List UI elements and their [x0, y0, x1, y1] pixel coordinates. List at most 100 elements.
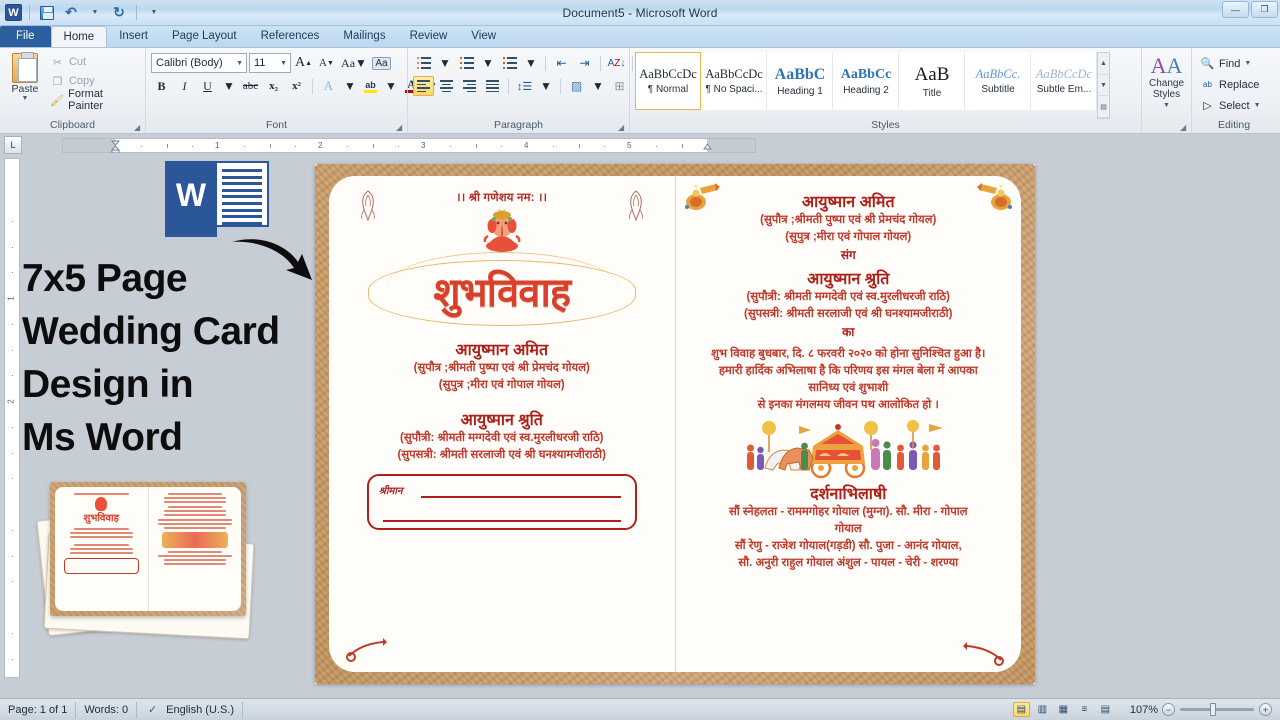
- font-dialog-launcher[interactable]: ◢: [396, 123, 405, 132]
- undo-dropdown-icon[interactable]: ▼: [85, 3, 105, 23]
- change-case-button[interactable]: Aa ▼: [339, 53, 369, 73]
- word-app-icon[interactable]: W: [5, 4, 22, 21]
- tab-mailings[interactable]: Mailings: [331, 26, 397, 47]
- document-page[interactable]: ।। श्री गणेशय नम: ।। शुभविवाह आयुष्मान अ…: [315, 164, 1035, 684]
- minimize-button[interactable]: —: [1222, 1, 1249, 18]
- clear-formatting-icon[interactable]: Aa: [371, 53, 392, 73]
- zoom-knob[interactable]: [1210, 703, 1216, 716]
- zoom-slider[interactable]: − +: [1162, 703, 1272, 716]
- view-draft[interactable]: ▤: [1097, 702, 1114, 717]
- quick-access-toolbar[interactable]: W ↶ ▼ ↻ ▼: [0, 3, 164, 23]
- style-title[interactable]: AaB Title: [899, 52, 965, 110]
- page-status[interactable]: Page: 1 of 1: [0, 701, 77, 718]
- select-button[interactable]: ▷ Select ▼: [1197, 96, 1264, 115]
- right-indent-marker[interactable]: [703, 140, 712, 153]
- customize-qat-icon[interactable]: ▼: [144, 3, 164, 23]
- chevron-down-icon[interactable]: ▼: [22, 95, 29, 102]
- styles-gallery-scroll[interactable]: ▲ ▼ ▤: [1097, 52, 1110, 119]
- tab-home[interactable]: Home: [50, 26, 108, 47]
- style-heading-1[interactable]: AaBbC Heading 1: [767, 52, 833, 110]
- text-effects-button[interactable]: A: [318, 76, 339, 96]
- style-normal[interactable]: AaBbCcDc ¶ Normal: [635, 52, 701, 110]
- subscript-button[interactable]: x₂: [263, 76, 284, 96]
- scroll-up-icon[interactable]: ▲: [1098, 53, 1109, 75]
- tab-selector-button[interactable]: L: [4, 136, 22, 154]
- cut-button[interactable]: ✂ Cut: [47, 53, 140, 71]
- sort-button[interactable]: AZ↓: [606, 53, 627, 73]
- paste-button[interactable]: Paste ▼: [5, 51, 45, 102]
- strikethrough-button[interactable]: abc: [240, 76, 261, 96]
- zoom-track[interactable]: [1180, 703, 1254, 716]
- justify-button[interactable]: [482, 76, 503, 96]
- multilevel-dropdown-icon[interactable]: ▼: [522, 53, 540, 73]
- tab-review[interactable]: Review: [398, 26, 460, 47]
- highlight-dropdown-icon[interactable]: ▼: [382, 76, 400, 96]
- font-name-combo[interactable]: Calibri (Body) ▼: [151, 53, 247, 73]
- scroll-down-icon[interactable]: ▼: [1098, 75, 1109, 97]
- borders-button[interactable]: ⊞: [609, 76, 630, 96]
- zoom-out-button[interactable]: −: [1162, 703, 1175, 716]
- align-left-button[interactable]: [413, 76, 434, 96]
- numbering-dropdown-icon[interactable]: ▼: [479, 53, 497, 73]
- format-painter-button[interactable]: 🖌 Format Painter: [47, 88, 140, 112]
- ribbon-tab-bar[interactable]: File Home Insert Page Layout References …: [0, 26, 1280, 48]
- zoom-level-label[interactable]: 107%: [1130, 704, 1158, 716]
- window-controls[interactable]: — ❐: [1222, 1, 1278, 18]
- shading-button[interactable]: ▨: [566, 76, 587, 96]
- line-spacing-button[interactable]: ↕☰: [514, 76, 535, 96]
- save-icon[interactable]: [37, 3, 57, 23]
- chevron-down-icon[interactable]: ▼: [1163, 100, 1170, 111]
- view-print-layout[interactable]: ▤: [1012, 702, 1030, 717]
- italic-button[interactable]: I: [174, 76, 195, 96]
- align-right-button[interactable]: [459, 76, 480, 96]
- styles-dialog-launcher[interactable]: ◢: [1180, 123, 1189, 132]
- underline-button[interactable]: U: [197, 76, 218, 96]
- style-subtitle[interactable]: AaBbCc. Subtitle: [965, 52, 1031, 110]
- view-full-screen-reading[interactable]: ▥: [1034, 702, 1051, 717]
- redo-icon[interactable]: ↻: [109, 3, 129, 23]
- tab-page-layout[interactable]: Page Layout: [160, 26, 249, 47]
- guest-name-box[interactable]: श्रीमान: [366, 474, 637, 530]
- view-web-layout[interactable]: ▦: [1055, 702, 1072, 717]
- decrease-indent-button[interactable]: ⇤: [551, 53, 572, 73]
- styles-gallery[interactable]: AaBbCcDc ¶ Normal AaBbCcDc ¶ No Spaci...…: [635, 51, 1136, 119]
- change-styles-button[interactable]: AA Change Styles ▼: [1147, 51, 1186, 111]
- maximize-button[interactable]: ❐: [1251, 1, 1278, 18]
- bullets-button[interactable]: [413, 53, 434, 73]
- find-button[interactable]: 🔍 Find ▼: [1197, 54, 1264, 73]
- tab-file[interactable]: File: [0, 26, 51, 47]
- word-count-status[interactable]: Words: 0: [76, 701, 138, 718]
- chevron-down-icon[interactable]: ▼: [236, 60, 243, 67]
- tab-view[interactable]: View: [459, 26, 508, 47]
- shrink-font-button[interactable]: A ▼: [316, 53, 337, 73]
- superscript-button[interactable]: x²: [286, 76, 307, 96]
- numbering-button[interactable]: [456, 53, 477, 73]
- multilevel-list-button[interactable]: [499, 53, 520, 73]
- chevron-down-icon[interactable]: ▼: [280, 60, 287, 67]
- more-styles-icon[interactable]: ▤: [1098, 96, 1109, 119]
- style-subtle-emphasis[interactable]: AaBbCcDc Subtle Em...: [1031, 52, 1097, 110]
- left-indent-marker[interactable]: [110, 140, 121, 153]
- grow-font-button[interactable]: A ▲: [293, 53, 314, 73]
- undo-icon[interactable]: ↶: [61, 3, 81, 23]
- vertical-ruler[interactable]: 12: [4, 158, 20, 678]
- tab-insert[interactable]: Insert: [107, 26, 160, 47]
- horizontal-ruler[interactable]: 1 2 3 4 5: [62, 137, 756, 153]
- chevron-down-icon[interactable]: ▼: [1254, 102, 1261, 109]
- tab-references[interactable]: References: [249, 26, 332, 47]
- highlight-color-button[interactable]: ab: [361, 76, 380, 96]
- font-size-combo[interactable]: 11 ▼: [249, 53, 291, 73]
- clipboard-dialog-launcher[interactable]: ◢: [134, 123, 143, 132]
- line-spacing-dropdown-icon[interactable]: ▼: [537, 76, 555, 96]
- increase-indent-button[interactable]: ⇥: [574, 53, 595, 73]
- language-status[interactable]: ✓ English (U.S.): [137, 701, 243, 718]
- bold-button[interactable]: B: [151, 76, 172, 96]
- text-effects-dropdown-icon[interactable]: ▼: [341, 76, 359, 96]
- shading-dropdown-icon[interactable]: ▼: [589, 76, 607, 96]
- zoom-in-button[interactable]: +: [1259, 703, 1272, 716]
- bullets-dropdown-icon[interactable]: ▼: [436, 53, 454, 73]
- paragraph-dialog-launcher[interactable]: ◢: [618, 123, 627, 132]
- chevron-down-icon[interactable]: ▼: [1244, 60, 1251, 67]
- style-heading-2[interactable]: AaBbCc Heading 2: [833, 52, 899, 110]
- underline-dropdown-icon[interactable]: ▼: [220, 76, 238, 96]
